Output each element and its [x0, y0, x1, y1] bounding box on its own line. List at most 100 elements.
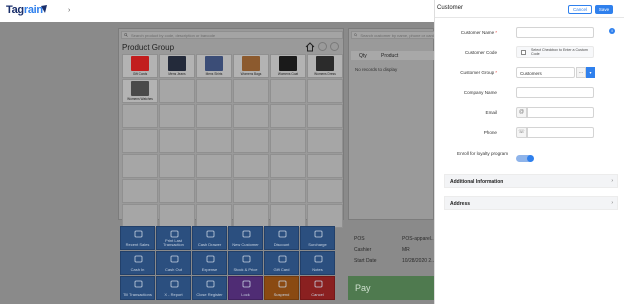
product-thumbnail [168, 56, 186, 71]
cart-panel: Search customer by name, phone or card Q… [348, 28, 435, 220]
chevron-right-icon[interactable]: › [68, 7, 76, 15]
address-section[interactable]: Address › [444, 196, 618, 210]
email-input[interactable] [527, 107, 594, 118]
action-button-label: Print Last Transaction [163, 237, 184, 247]
empty-tile [270, 154, 306, 178]
stock-icon [242, 255, 251, 263]
product-group-caption: Womens Dress [314, 72, 336, 76]
phone-input[interactable] [527, 127, 594, 138]
action-button[interactable]: Gift Card [264, 251, 299, 275]
empty-tile [233, 79, 269, 103]
summary-value: POS-apparel... [402, 236, 436, 242]
action-button-label: Gift Card [273, 266, 290, 272]
product-group-tile[interactable]: Womens Watches [122, 79, 158, 103]
action-button[interactable]: Suspend [264, 276, 299, 300]
summary-row: Cashier MR [348, 247, 434, 258]
action-button[interactable]: Cancel [300, 276, 335, 300]
action-button[interactable]: New Customer [228, 226, 263, 250]
expense-icon [206, 255, 215, 263]
logo-mark-icon [41, 5, 47, 13]
email-field: Email @ [435, 107, 624, 119]
product-group-grid: Gift Cards Mens Jeans Mens Shirts Womens Ba… [122, 54, 343, 228]
product-group-tile[interactable]: Womens Bags [233, 54, 269, 78]
product-group-tile[interactable]: Womens Dress [307, 54, 343, 78]
cash-out-icon [170, 255, 179, 263]
gift-card-icon [278, 255, 287, 263]
customer-name-input[interactable] [516, 27, 594, 38]
company-name-input[interactable] [516, 87, 594, 98]
action-button[interactable]: Cash In [120, 251, 155, 275]
percent-icon [278, 230, 287, 238]
empty-tile [122, 179, 158, 203]
cancel-button[interactable]: Cancel [568, 5, 592, 14]
loyalty-toggle[interactable] [516, 155, 534, 162]
receipt-icon [134, 230, 143, 238]
product-catalog-panel: Search product by code, description or b… [118, 28, 344, 228]
cart-empty-text: No records to display [355, 67, 398, 72]
customer-search[interactable]: Search customer by name, phone or card [351, 31, 435, 39]
address-title: Address [450, 201, 471, 207]
action-button[interactable]: Till Transactions [120, 276, 155, 300]
logo-brand: Tag [6, 4, 24, 16]
summary-row: Start Date 10/28/2020 2... [348, 258, 435, 269]
action-button[interactable]: Stock & Price [228, 251, 263, 275]
action-button[interactable]: Cash Out [156, 251, 191, 275]
home-icon[interactable] [305, 42, 315, 52]
product-group-tile[interactable]: Womens Coat [270, 54, 306, 78]
report-icon [170, 280, 179, 288]
lock-icon [242, 280, 251, 288]
pause-icon [278, 280, 287, 288]
action-button[interactable]: Cash Drawer [192, 226, 227, 250]
truck-icon [314, 230, 323, 238]
action-button[interactable]: Close Register [192, 276, 227, 300]
product-group-tile[interactable]: Gift Cards [122, 54, 158, 78]
user-plus-icon [242, 230, 251, 238]
register-summary: POS POS-apparel... Cashier MR Start Date 10/2… [348, 236, 436, 269]
action-button[interactable]: Notes [300, 251, 335, 275]
empty-tile [270, 179, 306, 203]
at-sign-icon: @ [516, 107, 527, 118]
action-button[interactable]: Print Last Transaction [156, 226, 191, 250]
product-group-tile[interactable]: Mens Shirts [196, 54, 232, 78]
empty-tile [233, 104, 269, 128]
empty-tile [159, 104, 195, 128]
empty-tile [159, 204, 195, 228]
empty-tile [270, 204, 306, 228]
prev-page-icon[interactable] [318, 42, 327, 51]
app-logo[interactable]: Tagrain [6, 4, 43, 16]
empty-tile [307, 179, 343, 203]
action-button[interactable]: Recent Sales [120, 226, 155, 250]
summary-key: POS [354, 236, 365, 242]
action-button[interactable]: Discount [264, 226, 299, 250]
action-button[interactable]: X - Report [156, 276, 191, 300]
loyalty-field: Enroll for loyalty program [435, 151, 624, 163]
product-thumbnail [205, 56, 223, 71]
product-group-caption: Womens Watches [127, 97, 153, 101]
empty-tile [159, 179, 195, 203]
customer-group-label: Customer Group* [460, 70, 497, 75]
additional-information-section[interactable]: Additional Information › [444, 174, 618, 188]
next-page-icon[interactable] [330, 42, 339, 51]
action-button[interactable]: Surcharge [300, 226, 335, 250]
empty-tile [307, 129, 343, 153]
summary-row: POS POS-apparel... [348, 236, 436, 247]
empty-tile [196, 154, 232, 178]
product-search[interactable]: Search product by code, description or b… [121, 31, 343, 39]
action-button[interactable]: Expense [192, 251, 227, 275]
chevron-down-icon[interactable]: ▾ [586, 67, 595, 78]
save-button[interactable]: Save [595, 5, 613, 14]
product-group-tile[interactable]: Mens Jeans [159, 54, 195, 78]
till-icon [134, 280, 143, 288]
pay-button[interactable]: Pay [348, 276, 434, 300]
customer-group-select[interactable]: Customers [516, 67, 575, 78]
customer-code-field: Customer Code Select Checkbox to Enter a… [435, 46, 624, 59]
cart-col-qty: Qty [359, 53, 367, 59]
custom-code-checkbox[interactable] [521, 50, 526, 55]
phone-icon: ☏ [516, 127, 527, 138]
action-button[interactable]: Lock [228, 276, 263, 300]
action-button-label: Cash Drawer [197, 241, 222, 247]
empty-tile [233, 204, 269, 228]
search-icon [124, 33, 128, 37]
empty-tile [196, 204, 232, 228]
customer-group-more-button[interactable]: ... [576, 67, 586, 78]
